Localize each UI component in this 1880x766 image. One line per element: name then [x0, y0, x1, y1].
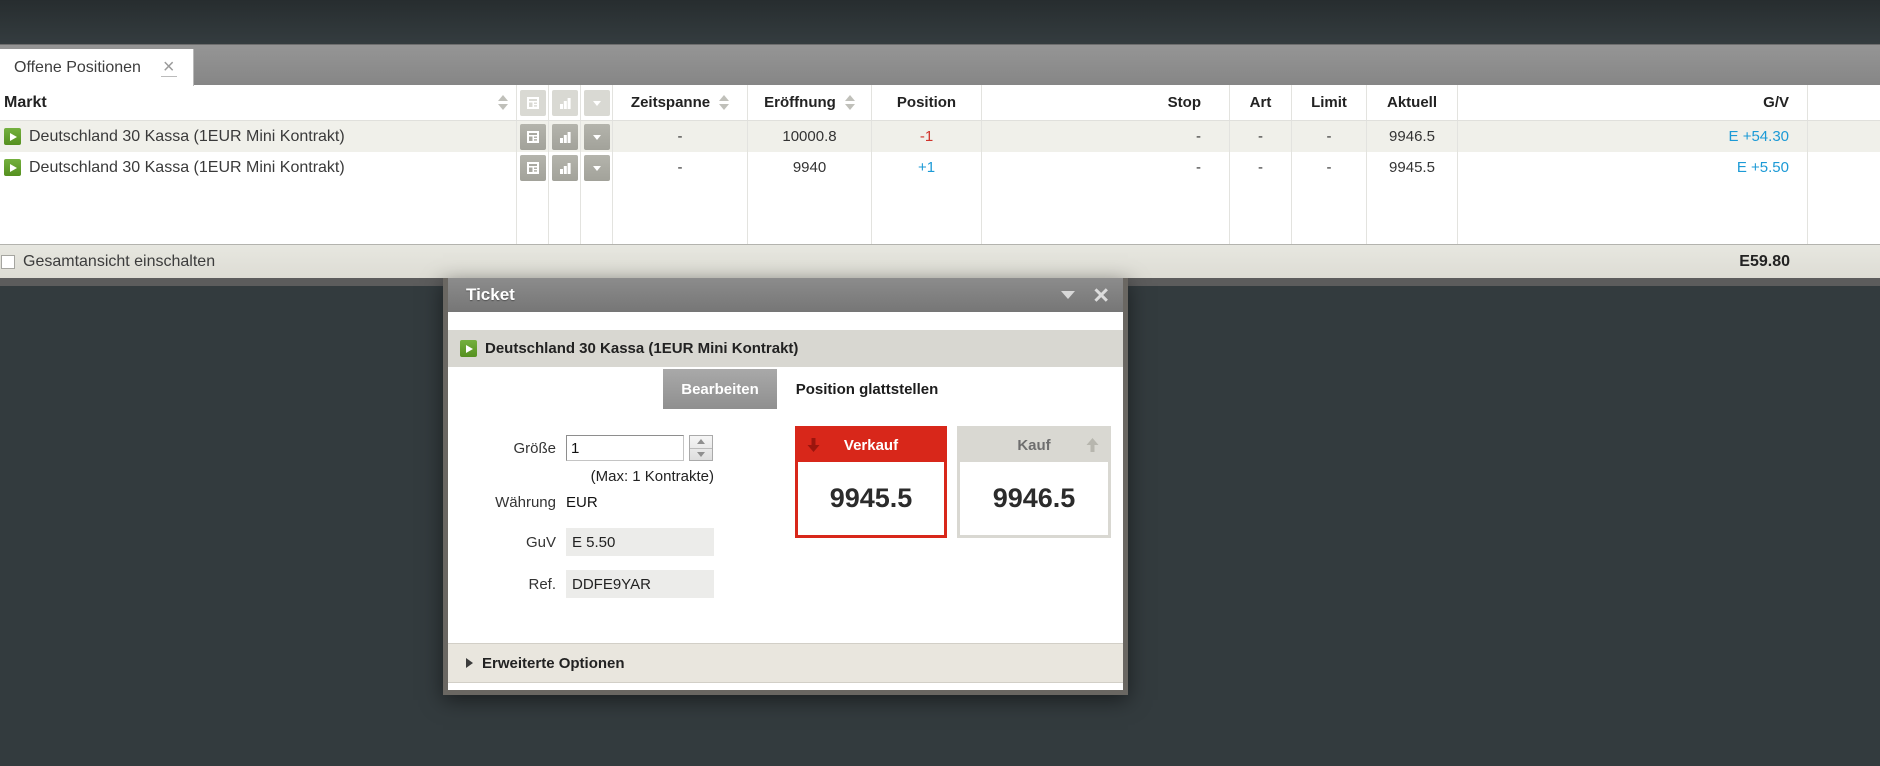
size-input[interactable]	[566, 435, 684, 461]
table-row: Deutschland 30 Kassa (1EUR Mini Kontrakt…	[0, 121, 1880, 152]
column-header-zeitspanne[interactable]: Zeitspanne	[613, 85, 748, 120]
row-menu-icon[interactable]	[583, 154, 610, 181]
gesamtansicht-label: Gesamtansicht einschalten	[23, 252, 216, 270]
column-header-art: Art	[1230, 85, 1292, 120]
tab-position-glattstellen[interactable]: Position glattstellen	[777, 369, 957, 409]
column-header-eroeffnung[interactable]: Eröffnung	[748, 85, 872, 120]
advanced-options-label: Erweiterte Optionen	[482, 654, 625, 672]
quantity-stepper[interactable]	[689, 435, 713, 461]
row-menu-icon[interactable]	[583, 123, 610, 150]
position-cell: -1	[872, 121, 982, 152]
limit-cell: -	[1292, 152, 1367, 183]
ref-label: Ref.	[528, 575, 556, 593]
column-header-details	[517, 85, 549, 120]
table-header-row: Markt Zeitspanne Eröffnung Position Stop…	[0, 85, 1880, 121]
dialog-close-icon[interactable]: ×	[1093, 282, 1109, 309]
tab-offene-positionen[interactable]: Offene Positionen ×	[0, 49, 194, 86]
details-icon[interactable]	[519, 154, 546, 181]
instrument-header: Deutschland 30 Kassa (1EUR Mini Kontrakt…	[448, 330, 1123, 367]
aktuell-cell: 9946.5	[1367, 121, 1458, 152]
ticket-dialog-titlebar[interactable]: Ticket ×	[448, 278, 1123, 312]
buy-button[interactable]: Kauf 9946.5	[957, 426, 1111, 538]
buy-label: Kauf	[1017, 437, 1051, 454]
market-play-icon[interactable]	[4, 159, 21, 176]
row-menu-icon	[583, 89, 610, 116]
gv-cell: E +54.30	[1458, 121, 1808, 152]
limit-cell: -	[1292, 121, 1367, 152]
market-cell[interactable]: Deutschland 30 Kassa (1EUR Mini Kontrakt…	[0, 152, 517, 183]
ticket-dialog-body: Deutschland 30 Kassa (1EUR Mini Kontrakt…	[448, 312, 1123, 690]
details-icon[interactable]	[519, 123, 546, 150]
market-cell[interactable]: Deutschland 30 Kassa (1EUR Mini Kontrakt…	[0, 121, 517, 152]
sort-icon[interactable]	[719, 95, 730, 110]
gesamtansicht-checkbox[interactable]	[1, 254, 15, 269]
column-header-spacer	[1808, 85, 1880, 120]
advanced-options-expander[interactable]: Erweiterte Optionen	[448, 643, 1123, 683]
ref-value: DDFE9YAR	[566, 570, 714, 598]
details-icon	[519, 89, 546, 116]
max-contracts-hint: (Max: 1 Kontrakte)	[590, 468, 714, 485]
ticket-form: Größe (Max: 1 Kontrakte) Währung EUR GuV…	[468, 435, 714, 598]
table-empty-area	[0, 183, 1880, 244]
stepper-down-icon[interactable]	[690, 449, 712, 461]
sell-arrow-icon	[807, 437, 820, 453]
zeitspanne-cell: -	[613, 121, 748, 152]
trading-workspace: Offene Positionen × Markt Zeitspanne Erö…	[0, 0, 1880, 695]
column-header-stop: Stop	[982, 85, 1230, 120]
ticket-tabs: Bearbeiten Position glattstellen	[663, 369, 957, 409]
art-cell: -	[1230, 121, 1292, 152]
sell-label: Verkauf	[843, 437, 899, 454]
column-header-menu	[581, 85, 613, 120]
column-header-chart	[549, 85, 581, 120]
chart-icon	[551, 89, 578, 116]
sort-icon[interactable]	[844, 95, 855, 110]
tab-label: Offene Positionen	[14, 58, 141, 76]
tab-bearbeiten[interactable]: Bearbeiten	[663, 369, 777, 409]
column-header-aktuell: Aktuell	[1367, 85, 1458, 120]
pnl-label: GuV	[525, 533, 556, 551]
pnl-value: E 5.50	[566, 528, 714, 556]
buy-arrow-icon	[1086, 437, 1099, 453]
eroeffnung-cell: 10000.8	[748, 121, 872, 152]
dialog-title: Ticket	[466, 285, 515, 304]
sell-button[interactable]: Verkauf 9945.5	[795, 426, 947, 538]
instrument-name: Deutschland 30 Kassa (1EUR Mini Kontrakt…	[485, 340, 799, 357]
stop-cell: -	[982, 121, 1230, 152]
top-bar	[0, 0, 1880, 44]
zeitspanne-cell: -	[613, 152, 748, 183]
column-header-gv: G/V	[1458, 85, 1808, 120]
sell-price: 9945.5	[798, 462, 944, 535]
stop-cell: -	[982, 152, 1230, 183]
expander-arrow-icon	[466, 658, 473, 668]
stepper-up-icon[interactable]	[690, 436, 712, 449]
column-header-markt[interactable]: Markt	[0, 85, 517, 120]
dialog-collapse-icon[interactable]	[1061, 291, 1076, 299]
size-label: Größe	[513, 439, 556, 457]
aktuell-cell: 9945.5	[1367, 152, 1458, 183]
gv-cell: E +5.50	[1458, 152, 1808, 183]
column-header-limit: Limit	[1292, 85, 1367, 120]
currency-value: EUR	[566, 494, 598, 511]
sort-icon[interactable]	[498, 95, 508, 110]
currency-label: Währung	[495, 494, 556, 511]
chart-icon[interactable]	[551, 154, 578, 181]
buy-price: 9946.5	[960, 462, 1108, 535]
ticket-dialog: Ticket × Deutschland 30 Kassa (1EUR Mini…	[443, 278, 1128, 695]
chart-icon[interactable]	[551, 123, 578, 150]
panel-tab-strip: Offene Positionen ×	[0, 44, 1880, 86]
table-row: Deutschland 30 Kassa (1EUR Mini Kontrakt…	[0, 152, 1880, 183]
open-positions-table: Markt Zeitspanne Eröffnung Position Stop…	[0, 85, 1880, 244]
tab-close-icon[interactable]: ×	[160, 57, 177, 77]
total-gv-value: E59.80	[1739, 252, 1790, 270]
art-cell: -	[1230, 152, 1292, 183]
positions-footer: Gesamtansicht einschalten E59.80	[0, 244, 1880, 278]
price-buttons: Verkauf 9945.5 Kauf 9946.5	[795, 426, 1111, 538]
column-header-position: Position	[872, 85, 982, 120]
position-cell: +1	[872, 152, 982, 183]
market-play-icon[interactable]	[460, 340, 477, 357]
eroeffnung-cell: 9940	[748, 152, 872, 183]
market-play-icon[interactable]	[4, 128, 21, 145]
